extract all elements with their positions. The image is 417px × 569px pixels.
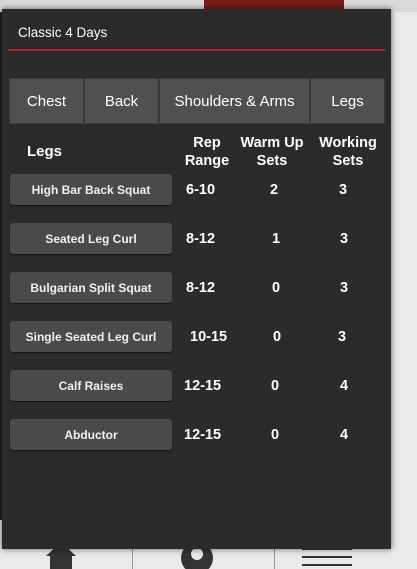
section-label: Legs	[27, 143, 63, 160]
working-sets-value: 4	[340, 426, 349, 443]
warm-up-sets-header: Warm Up Sets	[236, 134, 308, 170]
warm-up-sets-value: 0	[272, 279, 281, 296]
title-divider	[8, 49, 385, 51]
table-row: Single Seated Leg Curl 10-15 0 3	[2, 321, 391, 353]
rep-range-value: 6-10	[186, 181, 216, 198]
tab-back[interactable]: Back	[84, 78, 159, 124]
rep-range-value: 8-12	[186, 230, 216, 247]
warm-up-sets-header-line2: Sets	[256, 153, 288, 169]
tab-legs[interactable]: Legs	[310, 78, 385, 124]
warm-up-sets-header-line1: Warm Up	[240, 135, 304, 151]
tab-chest[interactable]: Chest	[9, 78, 84, 124]
exercise-button[interactable]: High Bar Back Squat	[10, 174, 172, 205]
working-sets-value: 3	[340, 230, 349, 247]
warm-up-sets-value: 2	[270, 181, 279, 198]
exercise-button[interactable]: Bulgarian Split Squat	[10, 272, 172, 303]
warm-up-sets-value: 0	[273, 328, 282, 345]
dialog-title: Classic 4 Days	[18, 25, 108, 40]
rep-range-value: 12-15	[184, 426, 222, 443]
tab-shoulders-arms[interactable]: Shoulders & Arms	[159, 78, 310, 124]
warm-up-sets-value: 0	[271, 426, 280, 443]
working-sets-value: 3	[340, 279, 349, 296]
program-dialog: Classic 4 Days Chest Back Shoulders & Ar…	[2, 9, 391, 549]
working-sets-value: 4	[340, 377, 349, 394]
rep-range-header-line1: Rep	[193, 135, 221, 151]
warm-up-sets-value: 1	[272, 230, 281, 247]
rep-range-header-line2: Range	[184, 153, 230, 169]
table-row: Calf Raises 12-15 0 4	[2, 370, 391, 402]
exercise-button[interactable]: Seated Leg Curl	[10, 223, 172, 254]
rep-range-value: 10-15	[190, 328, 228, 345]
exercise-button[interactable]: Abductor	[10, 419, 172, 450]
working-sets-header-line2: Sets	[332, 153, 364, 169]
rep-range-value: 8-12	[186, 279, 216, 296]
table-row: High Bar Back Squat 6-10 2 3	[2, 174, 391, 206]
working-sets-header: Working Sets	[312, 134, 384, 170]
background-right-edge	[391, 12, 417, 569]
table-row: Seated Leg Curl 8-12 1 3	[2, 223, 391, 255]
working-sets-value: 3	[338, 328, 347, 345]
working-sets-header-line1: Working	[319, 135, 377, 151]
exercise-button[interactable]: Calf Raises	[10, 370, 172, 401]
exercise-button[interactable]: Single Seated Leg Curl	[10, 321, 172, 352]
rep-range-header: Rep Range	[180, 134, 234, 170]
table-row: Abductor 12-15 0 4	[2, 419, 391, 451]
warm-up-sets-value: 0	[271, 377, 280, 394]
working-sets-value: 3	[339, 181, 348, 198]
table-row: Bulgarian Split Squat 8-12 0 3	[2, 272, 391, 304]
rep-range-value: 12-15	[184, 377, 222, 394]
